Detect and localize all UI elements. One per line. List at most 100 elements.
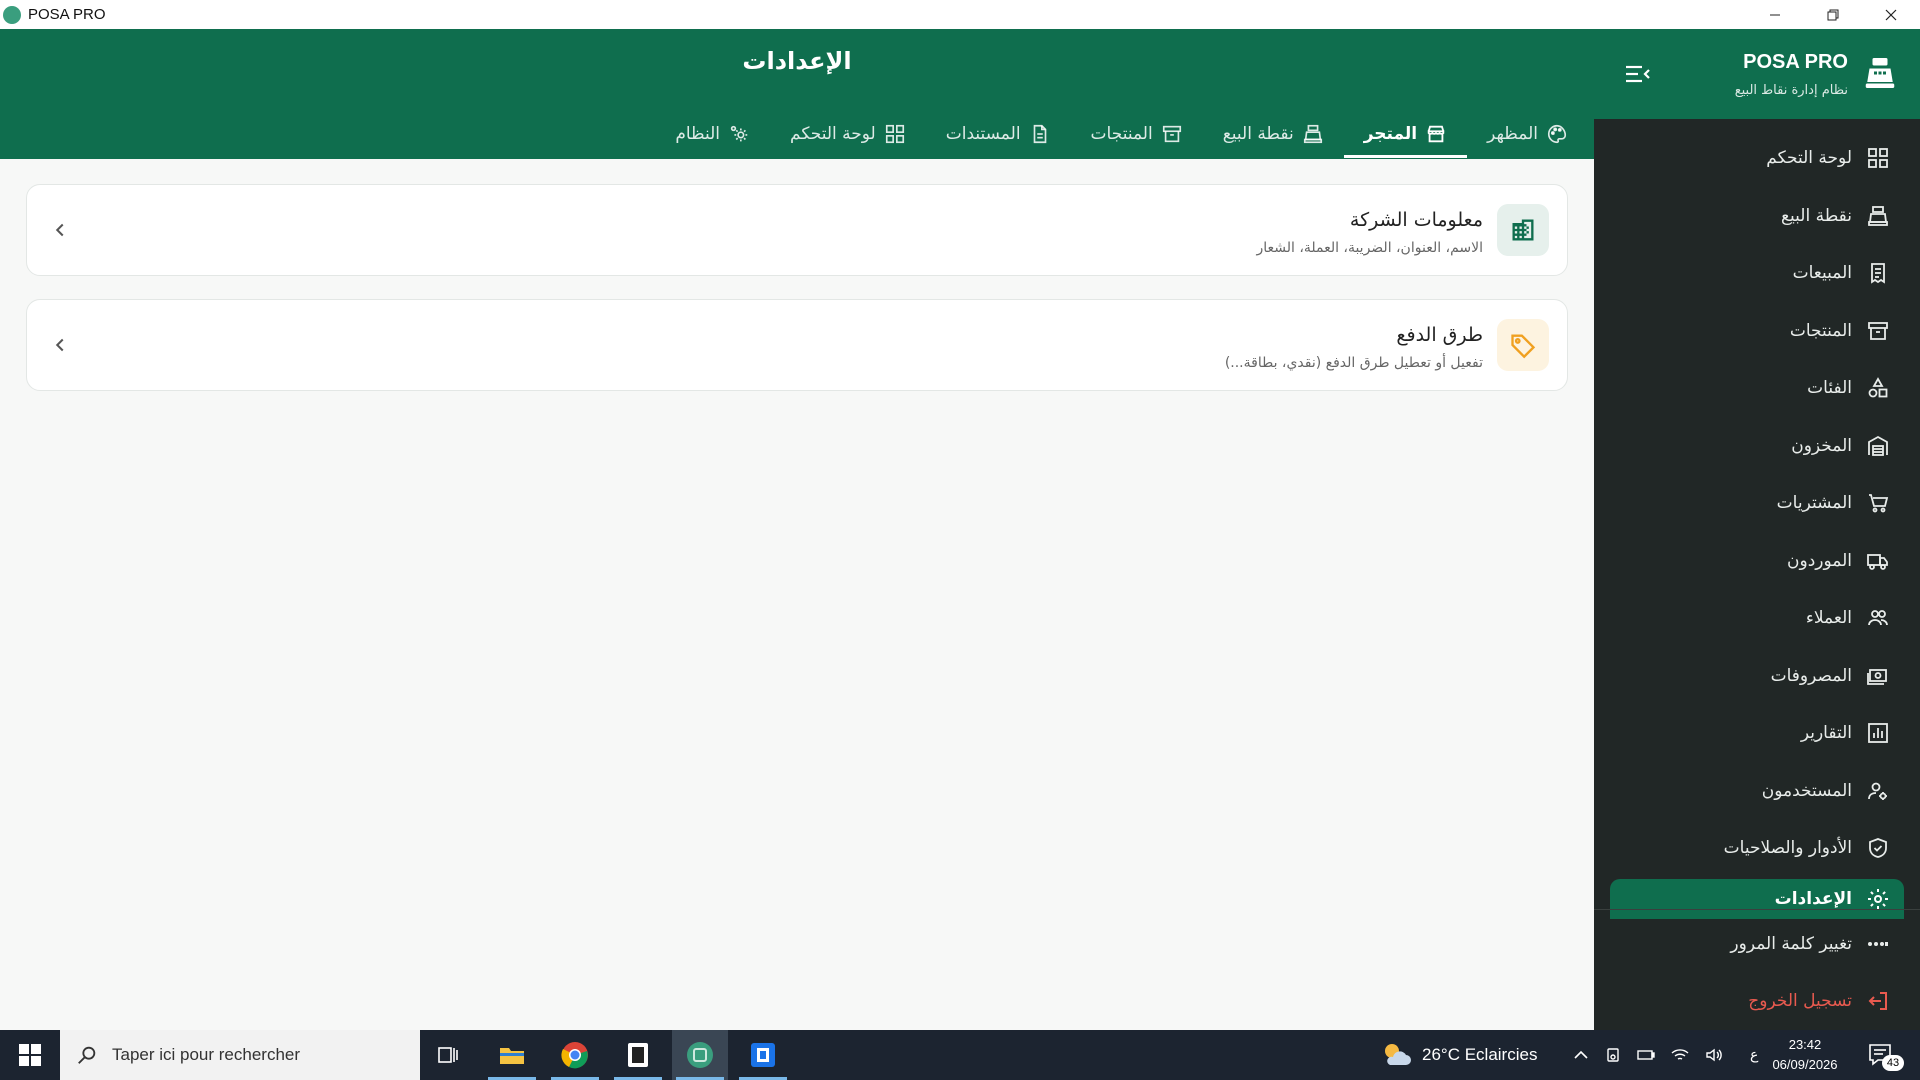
tab-label: لوحة التحكم [790,124,876,144]
tab-dashboard[interactable]: لوحة التحكم [770,110,926,158]
sidebar-item-users[interactable]: المستخدمون [1610,764,1904,818]
sidebar-item-label: المشتريات [1776,493,1852,513]
system-tray: ع [1572,1030,1758,1080]
brand-subtitle: نظام إدارة نقاط البيع [1734,83,1848,98]
tab-label: النظام [675,124,721,144]
brand-name: POSA PRO [1743,51,1848,73]
sidebar-item-sales[interactable]: المبيعات [1610,246,1904,300]
clock-date: 06/09/2026 [1772,1057,1838,1072]
sidebar-item-dashboard[interactable]: لوحة التحكم [1610,131,1904,185]
keyboard-language[interactable]: ع [1750,1047,1758,1063]
card-icon-box [1497,319,1549,371]
sidebar-item-label: المبيعات [1792,263,1852,283]
sidebar-divider [1594,909,1920,910]
card-title: معلومات الشركة [1349,209,1483,231]
page-title: الإعدادات [742,47,852,75]
sidebar-item-label: تسجيل الخروج [1748,991,1852,1011]
weather-widget[interactable]: 26°C Eclaircies [1380,1030,1537,1080]
tab-appearance[interactable]: المظهر [1467,110,1588,158]
truck-icon [1867,554,1888,570]
sidebar-item-purchases[interactable]: المشتريات [1610,476,1904,530]
sidebar-item-settings[interactable]: الإعدادات [1610,879,1904,919]
sidebar-item-suppliers[interactable]: الموردون [1610,534,1904,588]
window-controls [1746,0,1920,29]
users-icon [1868,610,1888,626]
sidebar-item-label: المصروفات [1770,666,1852,686]
card-subtitle: الاسم، العنوان، الضريبة، العملة، الشعار [1256,240,1483,256]
tab-documents[interactable]: المستندات [926,110,1071,158]
weather-text: 26°C Eclaircies [1422,1045,1538,1064]
tab-store[interactable]: المتجر [1343,110,1468,158]
tab-label: المتجر [1363,124,1418,144]
tab-label: المستندات [945,124,1021,144]
sidebar-item-reports[interactable]: التقارير [1610,706,1904,760]
window-titlebar: POSA PRO [0,0,1920,29]
partly-cloudy-icon [1385,1044,1411,1065]
app-logo-icon [3,5,21,24]
tag-icon [1511,334,1536,359]
tab-products[interactable]: المنتجات [1071,110,1203,158]
taskbar-file-explorer[interactable] [484,1030,540,1080]
battery-icon[interactable] [1636,1046,1656,1064]
payment-methods-card[interactable]: طرق الدفع تفعيل أو تعطيل طرق الدفع (نقدي… [26,299,1568,391]
wifi-icon[interactable] [1670,1046,1690,1064]
minimize-button[interactable] [1746,0,1804,29]
taskbar-search[interactable]: Taper ici pour rechercher [60,1030,420,1080]
chart-icon [1868,723,1888,743]
chevron-up-icon[interactable] [1572,1046,1590,1064]
folder-icon [500,1048,524,1064]
dashboard-icon [885,124,904,144]
document-icon [1033,124,1046,144]
card-subtitle: تفعيل أو تعطيل طرق الدفع (نقدي، بطاقة...… [1224,355,1483,371]
restore-button[interactable] [1804,0,1862,29]
cogs-icon [730,125,748,142]
taskbar-outlook[interactable] [735,1030,791,1080]
receipt-icon [1871,263,1885,284]
task-view-icon [438,1047,458,1063]
logout-icon [1868,992,1887,1010]
sidebar-item-categories[interactable]: الفئات [1610,361,1904,415]
taskbar-posa-pro[interactable] [672,1030,728,1080]
main-content: الإعدادات المظهر المتجر نقطة البيع المنت… [0,29,1594,1030]
sidebar-item-pos[interactable]: نقطة البيع [1610,189,1904,243]
tab-system[interactable]: النظام [655,110,770,158]
sidebar-item-inventory[interactable]: المخزون [1610,419,1904,473]
gear-icon [1868,889,1888,909]
task-view-button[interactable] [420,1030,476,1080]
logout-button[interactable]: تسجيل الخروج [1610,974,1904,1028]
windows-logo-icon [19,1044,41,1066]
cash-icon [1867,669,1887,685]
tab-pos[interactable]: نقطة البيع [1203,110,1344,158]
sidebar-item-roles[interactable]: الأدوار والصلاحيات [1610,821,1904,875]
taskbar-app-terminal[interactable] [610,1030,666,1080]
chevron-left-icon [55,223,64,237]
volume-icon[interactable] [1704,1046,1724,1064]
sidebar-item-label: المنتجات [1789,321,1852,341]
company-info-card[interactable]: معلومات الشركة الاسم، العنوان، الضريبة، … [26,184,1568,276]
app-window-icon [628,1043,648,1067]
card-icon-box [1497,204,1549,256]
sidebar-item-products[interactable]: المنتجات [1610,304,1904,358]
sidebar-item-label: تغيير كلمة المرور [1730,934,1852,954]
tab-label: المنتجات [1090,124,1153,144]
sidebar-item-label: المستخدمون [1761,781,1852,801]
search-icon [78,1046,96,1064]
start-button[interactable] [0,1030,60,1080]
sidebar-item-customers[interactable]: العملاء [1610,591,1904,645]
taskbar-chrome[interactable] [547,1030,603,1080]
close-button[interactable] [1862,0,1920,29]
password-icon [1868,942,1888,946]
device-icon[interactable] [1604,1046,1622,1064]
menu-collapse-icon[interactable] [1624,62,1652,86]
taskbar-clock[interactable]: 23:42 06/09/2026 [1760,1035,1850,1075]
sidebar-item-label: التقارير [1800,723,1852,743]
tab-label: نقطة البيع [1222,124,1294,144]
change-password-button[interactable]: تغيير كلمة المرور [1610,917,1904,971]
app-name: POSA PRO [28,6,106,23]
notification-count-badge: 43 [1882,1055,1904,1071]
warehouse-icon [1868,435,1888,456]
settings-header: الإعدادات المظهر المتجر نقطة البيع المنت… [0,29,1594,159]
palette-icon [1548,124,1567,144]
sidebar-item-expenses[interactable]: المصروفات [1610,649,1904,703]
search-placeholder: Taper ici pour rechercher [112,1045,301,1064]
